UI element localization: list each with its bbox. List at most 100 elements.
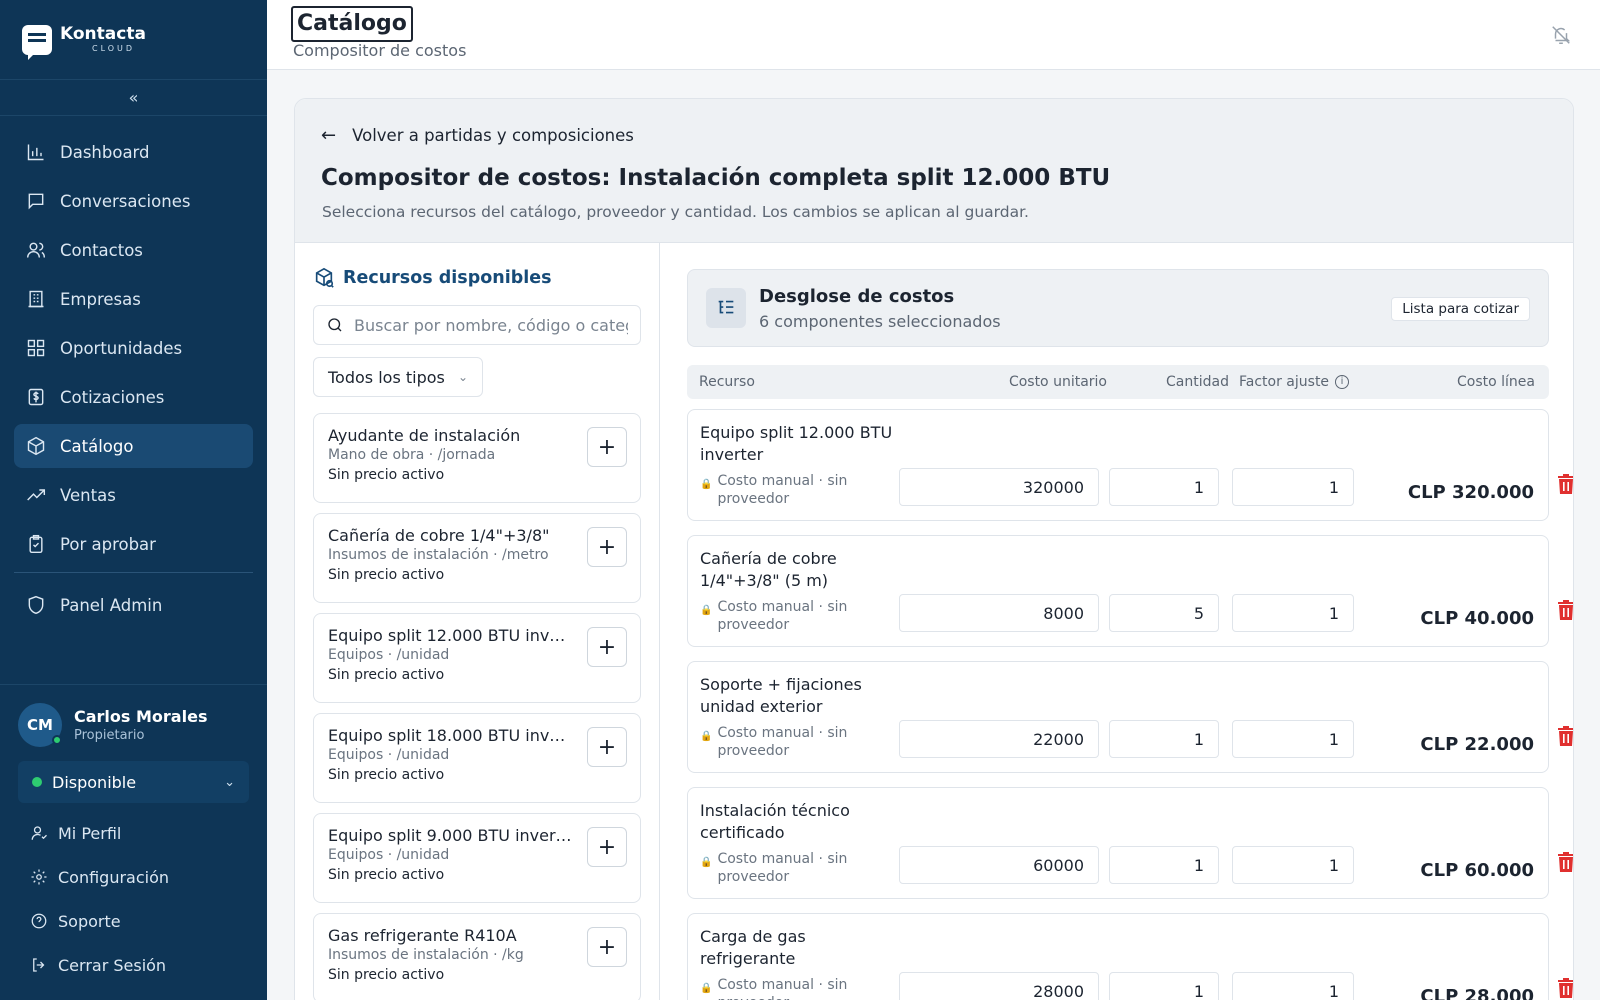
- sidebar-item-oportunidades[interactable]: Oportunidades: [14, 326, 253, 370]
- unit-cost-input[interactable]: [899, 846, 1099, 884]
- lock-icon: 🔒: [700, 479, 713, 490]
- quantity-input[interactable]: [1109, 720, 1219, 758]
- factor-input[interactable]: [1232, 594, 1354, 632]
- breakdown-rows: Equipo split 12.000 BTU inverter 🔒 Costo …: [687, 409, 1573, 1000]
- sidebar-item-ventas[interactable]: Ventas: [14, 473, 253, 517]
- unit-cost-input[interactable]: [899, 594, 1099, 632]
- sidebar-item-contactos[interactable]: Contactos: [14, 228, 253, 272]
- breakdown-table-header: Recurso Costo unitario Cantidad Factor a…: [687, 365, 1549, 399]
- unit-cost-input[interactable]: [899, 468, 1099, 506]
- add-resource-button[interactable]: +: [587, 527, 627, 567]
- resource-price: Sin precio activo: [328, 867, 445, 883]
- trash-icon[interactable]: [1558, 726, 1573, 746]
- shield-icon: [26, 595, 46, 615]
- notifications-off-icon[interactable]: [1550, 24, 1572, 46]
- configuracion-link[interactable]: Configuración: [18, 855, 249, 899]
- breakdown-title: Desglose de costos: [759, 286, 955, 307]
- cerrar-sesion-link[interactable]: Cerrar Sesión: [18, 943, 249, 987]
- resource-price: Sin precio activo: [328, 567, 445, 583]
- trash-icon[interactable]: [1558, 978, 1573, 998]
- column-header-resource: Recurso: [699, 374, 755, 390]
- factor-label: Factor ajuste: [1239, 374, 1330, 390]
- row-source-text: Costo manual · sin proveedor: [717, 599, 848, 633]
- cost-composer-panel: ← Volver a partidas y composiciones Comp…: [294, 98, 1574, 1000]
- sidebar-item-dashboard[interactable]: Dashboard: [14, 130, 253, 174]
- unit-cost-input[interactable]: [899, 720, 1099, 758]
- lock-icon: 🔒: [700, 857, 713, 868]
- add-resource-button[interactable]: +: [587, 927, 627, 967]
- row-line-cost: CLP 40.000: [1420, 608, 1534, 629]
- topbar: Catálogo Compositor de costos: [267, 0, 1600, 70]
- resource-meta: Insumos de instalación · /kg: [328, 947, 524, 963]
- soporte-link[interactable]: Soporte: [18, 899, 249, 943]
- search-input[interactable]: [354, 315, 628, 335]
- resource-card: Cañería de cobre 1/4"+3/8" Insumos de in…: [313, 513, 641, 603]
- factor-input[interactable]: [1232, 468, 1354, 506]
- unit-cost-input[interactable]: [899, 972, 1099, 1000]
- user-profile[interactable]: CM Carlos Morales Propietario: [18, 703, 249, 747]
- row-line-cost: CLP 28.000: [1420, 986, 1534, 1000]
- table-row: Soporte + fijaciones unidad exterior 🔒 Co…: [687, 661, 1573, 773]
- page-subtitle: Compositor de costos: [293, 41, 467, 60]
- sidebar-item-label: Oportunidades: [60, 338, 183, 358]
- quantity-input[interactable]: [1109, 468, 1219, 506]
- type-filter-label: Todos los tipos: [328, 367, 445, 387]
- info-icon[interactable]: i: [1335, 375, 1350, 389]
- factor-input[interactable]: [1232, 720, 1354, 758]
- online-indicator: [52, 735, 62, 745]
- grid-icon: [26, 338, 46, 358]
- gear-icon: [30, 868, 48, 886]
- table-row: Instalación técnico certificado 🔒 Costo m…: [687, 787, 1573, 899]
- add-resource-button[interactable]: +: [587, 627, 627, 667]
- sidebar-item-panel-admin[interactable]: Panel Admin: [14, 583, 253, 627]
- composer-title: Compositor de costos: Instalación comple…: [321, 165, 1111, 191]
- page-title: Catálogo: [291, 6, 413, 42]
- resource-meta: Equipos · /unidad: [328, 647, 450, 663]
- nav-divider: [14, 572, 253, 573]
- brand[interactable]: Kontacta CLOUD: [0, 0, 267, 80]
- add-resource-button[interactable]: +: [587, 427, 627, 467]
- trash-icon[interactable]: [1558, 852, 1573, 872]
- sidebar: Kontacta CLOUD « Dashboard Conversacione…: [0, 0, 267, 1000]
- sidebar-item-catalogo[interactable]: Catálogo: [14, 424, 253, 468]
- add-resource-button[interactable]: +: [587, 727, 627, 767]
- row-resource-name: Instalación técnico certificado: [700, 801, 850, 842]
- trash-icon[interactable]: [1558, 474, 1573, 494]
- quantity-input[interactable]: [1109, 972, 1219, 1000]
- row-resource-name: Carga de gas refrigerante: [700, 927, 806, 968]
- resource-meta: Insumos de instalación · /metro: [328, 547, 549, 563]
- row-source-text: Costo manual · sin proveedor: [717, 977, 848, 1000]
- column-header-unit-cost: Costo unitario: [1008, 374, 1107, 390]
- status-select[interactable]: Disponible ⌄: [18, 761, 249, 803]
- resource-name: Equipo split 9.000 BTU inverter: [328, 826, 573, 845]
- sidebar-item-empresas[interactable]: Empresas: [14, 277, 253, 321]
- type-filter-select[interactable]: Todos los tipos ⌄: [313, 357, 483, 397]
- factor-input[interactable]: [1232, 972, 1354, 1000]
- arrow-left-icon: ←: [321, 125, 337, 146]
- table-row: Carga de gas refrigerante 🔒 Costo manual …: [687, 913, 1573, 1000]
- row-line-cost: CLP 60.000: [1420, 860, 1534, 881]
- trash-icon[interactable]: [1558, 600, 1573, 620]
- avatar-initials: CM: [27, 716, 53, 734]
- lock-icon: 🔒: [700, 983, 713, 994]
- row-resource-name: Cañería de cobre 1/4"+3/8" (5 m): [700, 549, 837, 590]
- user-name: Carlos Morales: [74, 707, 208, 726]
- resource-name: Equipo split 18.000 BTU inverter: [328, 726, 573, 745]
- chevron-down-icon: ⌄: [457, 370, 468, 384]
- quantity-input[interactable]: [1109, 594, 1219, 632]
- panel-header: ← Volver a partidas y composiciones Comp…: [295, 99, 1573, 243]
- add-resource-button[interactable]: +: [587, 827, 627, 867]
- row-source: 🔒 Costo manual · sin proveedor: [700, 976, 870, 1000]
- quantity-input[interactable]: [1109, 846, 1219, 884]
- mi-perfil-link[interactable]: Mi Perfil: [18, 811, 249, 855]
- resource-card: Equipo split 12.000 BTU inverter Equipos…: [313, 613, 641, 703]
- back-link[interactable]: ← Volver a partidas y composiciones: [321, 125, 634, 146]
- sidebar-item-cotizaciones[interactable]: Cotizaciones: [14, 375, 253, 419]
- package-icon: [26, 436, 46, 456]
- sidebar-item-conversaciones[interactable]: Conversaciones: [14, 179, 253, 223]
- sidebar-item-por-aprobar[interactable]: Por aprobar: [14, 522, 253, 566]
- factor-input[interactable]: [1232, 846, 1354, 884]
- lock-icon: 🔒: [700, 605, 713, 616]
- collapse-sidebar-button[interactable]: «: [0, 80, 267, 116]
- row-line-cost: CLP 320.000: [1407, 482, 1534, 503]
